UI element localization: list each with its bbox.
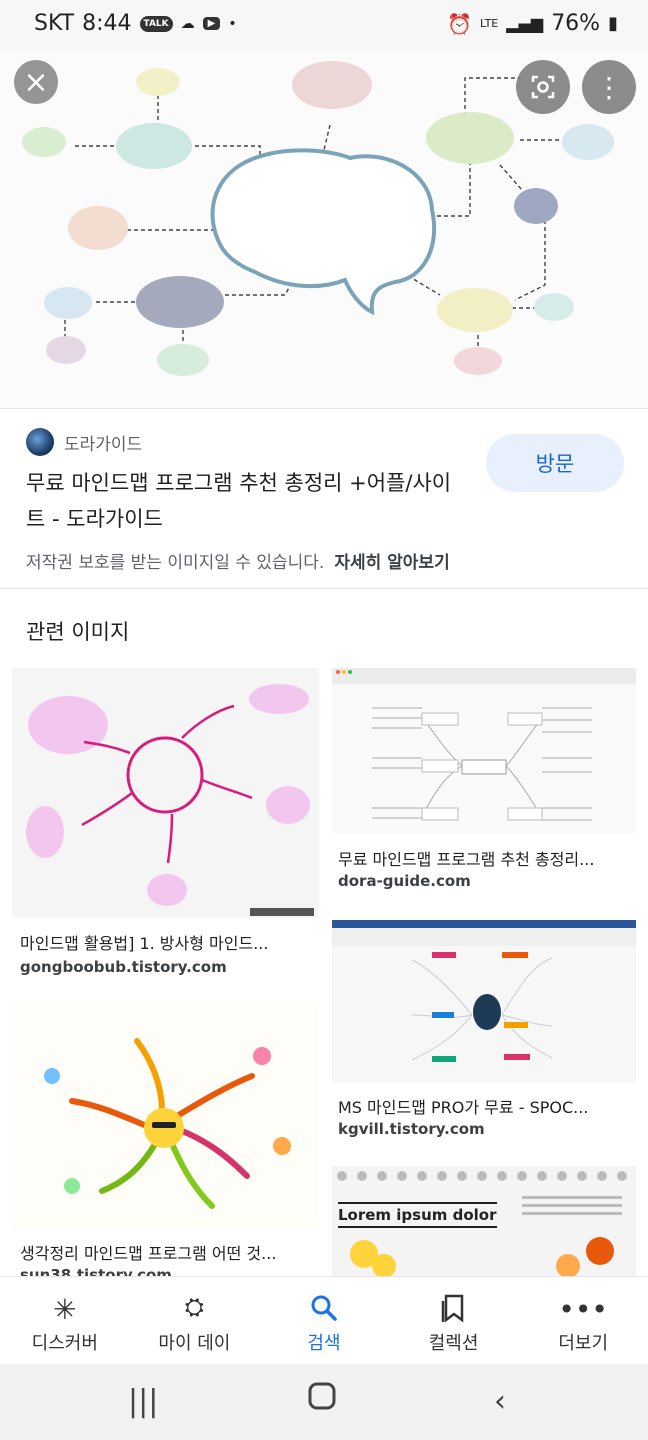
nav-discover-label: 디스커버: [31, 1333, 98, 1354]
mind-map-app-screenshot: [332, 668, 636, 821]
nav-search-label: 검색: [307, 1333, 341, 1354]
status-bar: SKT 8:44 TALK ☁ ▶ • ⏰ LTE ▂▄▆ 76% ▮: [0, 0, 648, 50]
related-caption-4[interactable]: 생각정리 마인드맵 프로그램 어떤 것...: [20, 1240, 310, 1264]
copyright-note: 저작권 보호를 받는 이미지일 수 있습니다. 자세히 알아보기: [26, 548, 450, 573]
system-navigation-bar: ||| ‹: [0, 1364, 648, 1440]
more-options-button[interactable]: ⋮: [582, 60, 636, 114]
related-domain-4: sun38.tistory.com: [20, 1266, 172, 1276]
collections-icon: [440, 1293, 468, 1325]
related-caption-3[interactable]: MS 마인드맵 PRO가 무료 - SPOC...: [338, 1094, 634, 1118]
learn-more-link[interactable]: 자세히 알아보기: [334, 553, 449, 573]
related-domain-2: dora-guide.com: [338, 872, 471, 890]
related-domain-1: gongboobub.tistory.com: [20, 958, 227, 976]
nav-search[interactable]: 검색: [259, 1277, 389, 1365]
close-icon: ×: [23, 64, 49, 100]
battery-icon: ▮: [608, 13, 618, 34]
kakaotalk-icon: TALK: [139, 15, 173, 32]
nav-collections-label: 컬렉션: [428, 1333, 479, 1354]
infographic-illustration: [337, 1171, 627, 1276]
nav-more-label: 더보기: [558, 1333, 609, 1354]
bottom-navigation: ✳ 디스커버 ⛭ 마이 데이 검색 컬렉션 ••• 더보기: [0, 1276, 648, 1365]
copyright-text: 저작권 보호를 받는 이미지일 수 있습니다.: [26, 553, 325, 573]
clock: 8:44: [82, 11, 132, 36]
related-thumb-1[interactable]: [12, 668, 319, 918]
source-row[interactable]: 도라가이드: [26, 428, 142, 456]
lens-button[interactable]: [516, 60, 570, 114]
site-favicon: [26, 428, 54, 456]
divider: [0, 408, 648, 409]
cloud-icon: ☁: [180, 15, 195, 32]
related-thumb-5[interactable]: Lorem ipsum dolor: [332, 1166, 636, 1276]
network-label: LTE: [479, 17, 499, 30]
nav-my-day[interactable]: ⛭ 마이 데이: [130, 1277, 260, 1365]
related-domain-3: kgvill.tistory.com: [338, 1120, 485, 1138]
more-vert-icon: ⋮: [595, 70, 623, 104]
signal-icon: ▂▄▆: [506, 14, 544, 33]
more-icon: •••: [558, 1293, 608, 1326]
radial-mind-map-illustration: [26, 684, 314, 916]
recent-apps-icon[interactable]: |||: [128, 1384, 158, 1419]
lens-icon: [531, 75, 555, 99]
source-name: 도라가이드: [64, 434, 143, 455]
dot-icon: •: [228, 15, 237, 32]
colorful-mind-map-illustration: [44, 1038, 291, 1209]
search-icon: [309, 1293, 339, 1325]
related-images-heading: 관련 이미지: [26, 620, 130, 644]
divider: [0, 588, 648, 589]
visit-button[interactable]: 방문: [486, 434, 624, 492]
related-caption-1[interactable]: 마인드맵 활용법] 1. 방사형 마인드...: [20, 930, 310, 954]
discover-icon: ✳: [53, 1293, 77, 1326]
home-icon[interactable]: [306, 1380, 338, 1420]
related-thumb-3[interactable]: [332, 920, 636, 1082]
youtube-icon: ▶: [202, 17, 221, 30]
nav-more[interactable]: ••• 더보기: [518, 1277, 648, 1365]
nav-discover[interactable]: ✳ 디스커버: [0, 1277, 130, 1365]
result-title[interactable]: 무료 마인드맵 프로그램 추천 총정리 +어플/사이트 - 도라가이드: [26, 465, 466, 537]
related-caption-2[interactable]: 무료 마인드맵 프로그램 추천 총정리...: [338, 846, 634, 870]
nav-my-day-label: 마이 데이: [158, 1333, 231, 1354]
related-thumb-4[interactable]: [12, 1006, 319, 1228]
ms-mindmap-screenshot: [332, 920, 636, 1062]
carrier: SKT: [34, 11, 75, 36]
back-icon[interactable]: ‹: [494, 1384, 506, 1419]
close-button[interactable]: ×: [14, 60, 58, 104]
related-thumb-2[interactable]: [332, 668, 636, 834]
nav-collections[interactable]: 컬렉션: [389, 1277, 519, 1365]
my-day-icon: ⛭: [184, 1293, 204, 1321]
battery-level: 76%: [551, 11, 601, 36]
alarm-icon: ⏰: [447, 11, 472, 36]
